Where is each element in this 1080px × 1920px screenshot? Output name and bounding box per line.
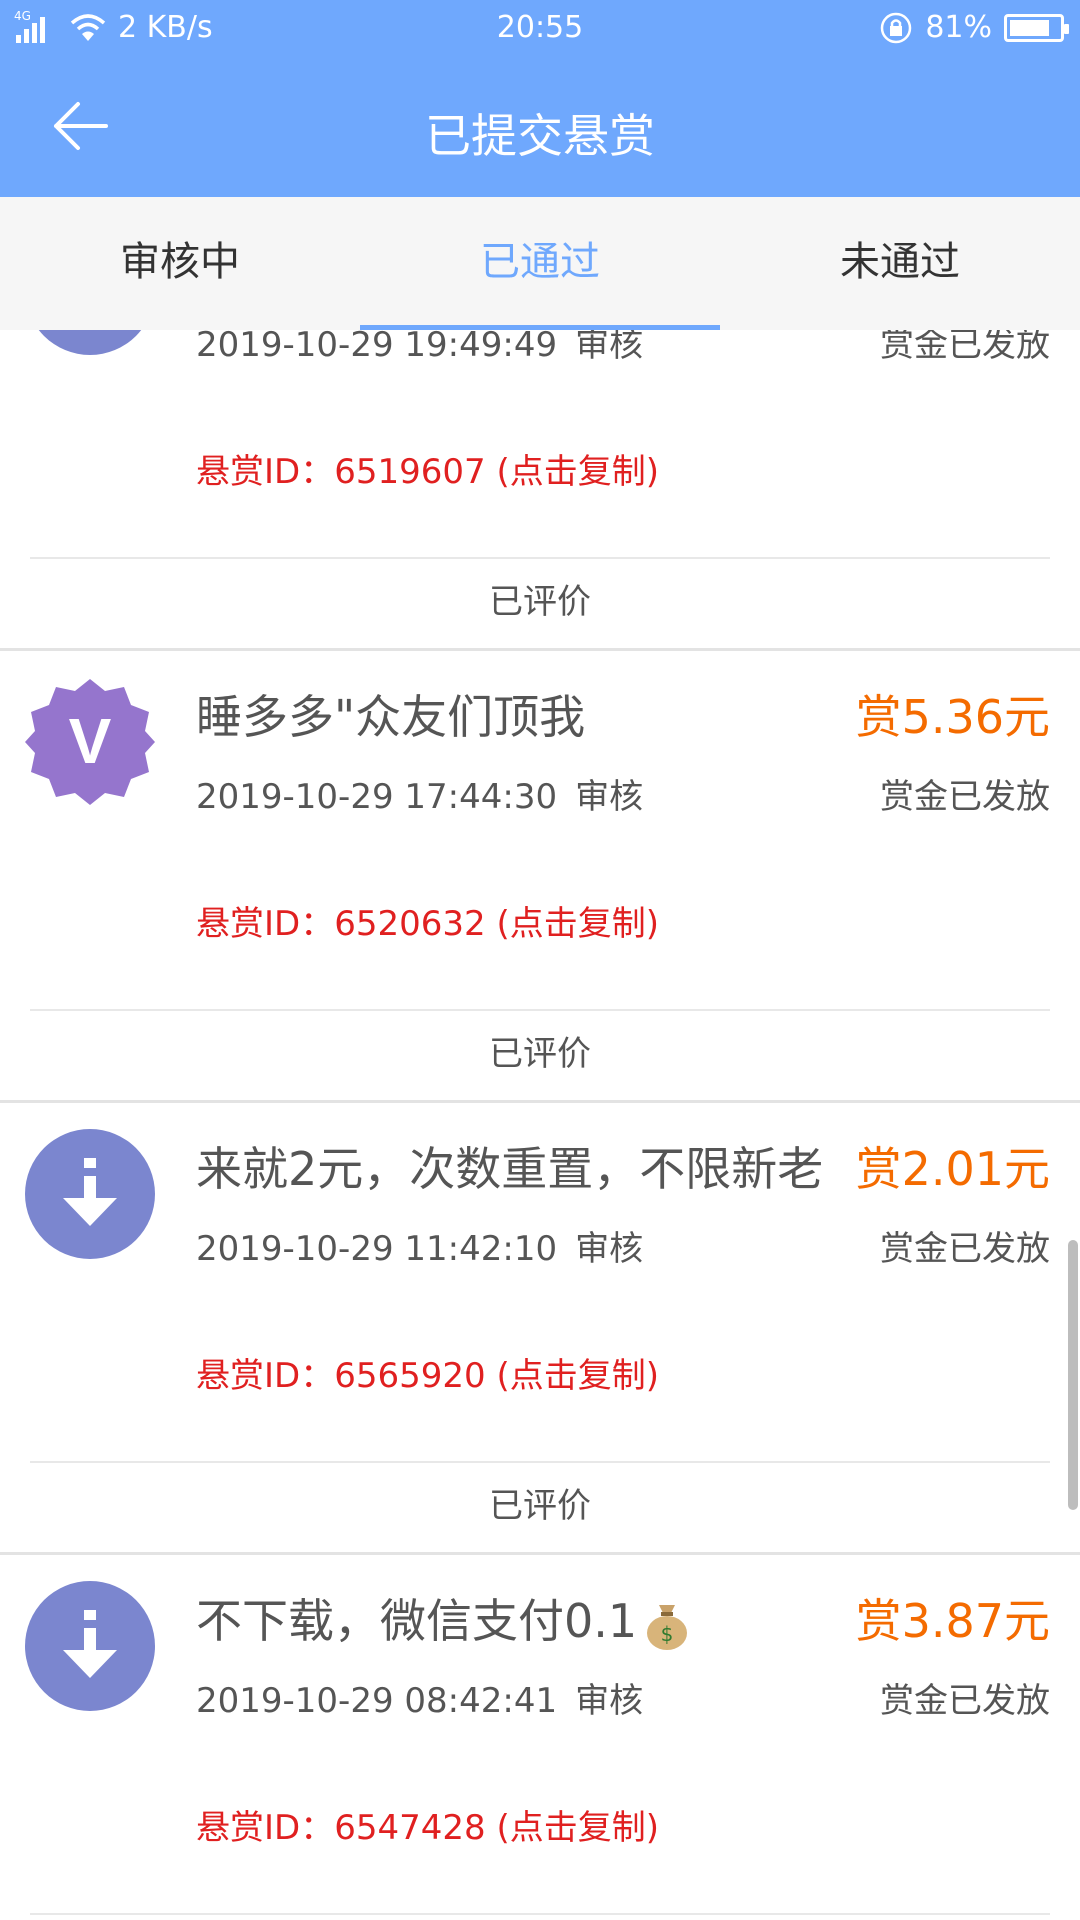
list-item[interactable]: 来就2元，次数重置，不限新老 赏2.01元 2019-10-29 11:42:1… (0, 1103, 1080, 1555)
list-item[interactable]: 2019-10-29 19:49:49 审核 赏金已发放 悬赏ID：6519607… (0, 330, 1080, 651)
review-label: 审核 (575, 777, 644, 817)
battery-percent: 81% (925, 10, 992, 45)
tab-bar: 审核中 已通过 未通过 (0, 197, 1080, 330)
tab-reviewing[interactable]: 审核中 (0, 197, 360, 330)
download-icon (25, 1581, 155, 1711)
reward-list: 2019-10-29 19:49:49 审核 赏金已发放 悬赏ID：6519607… (0, 330, 1080, 1920)
payout-status: 赏金已发放 (880, 777, 1050, 817)
battery-icon (1004, 13, 1069, 42)
submit-time: 2019-10-29 08:42:41 (196, 1681, 558, 1721)
reward-id-copy[interactable]: 悬赏ID：6519607 (点击复制) (196, 444, 659, 493)
list-item[interactable]: 不下载，微信支付0.1 $ 赏3.87元 2019-10-29 08:42:41 审… (0, 1555, 1080, 1920)
rotation-lock-icon (881, 12, 912, 43)
divider (30, 557, 1050, 559)
download-icon (25, 330, 155, 355)
download-icon (25, 1129, 155, 1259)
page-title: 已提交悬赏 (425, 109, 655, 163)
payout-status: 赏金已发放 (880, 1681, 1050, 1721)
submit-time: 2019-10-29 11:42:10 (196, 1229, 558, 1269)
rated-label[interactable]: 已评价 (0, 1471, 1080, 1541)
item-meta: 2019-10-29 11:42:10 审核 (196, 1221, 643, 1270)
item-meta: 2019-10-29 08:42:41 审核 (196, 1673, 643, 1722)
payout-status: 赏金已发放 (880, 1229, 1050, 1269)
nav-bar: 已提交悬赏 (0, 60, 1080, 197)
vip-badge-icon: V (25, 677, 155, 807)
submit-time: 2019-10-29 17:44:30 (196, 777, 558, 817)
svg-text:$: $ (661, 1622, 674, 1646)
status-bar: 4G 2 KB/s 20:55 81% (0, 0, 1080, 56)
vip-letter: V (69, 705, 112, 777)
item-title: 睡多多"众友们顶我 (196, 690, 586, 744)
tab-rejected[interactable]: 未通过 (720, 197, 1080, 330)
divider (30, 1009, 1050, 1011)
review-label: 审核 (575, 330, 644, 365)
reward-id-copy[interactable]: 悬赏ID：6565920 (点击复制) (196, 1348, 659, 1397)
divider (30, 1461, 1050, 1463)
reward-id-copy[interactable]: 悬赏ID：6520632 (点击复制) (196, 896, 659, 945)
scrollbar[interactable] (1068, 1240, 1078, 1510)
list-item[interactable]: V 睡多多"众友们顶我 赏5.36元 2019-10-29 17:44:30 审核… (0, 651, 1080, 1103)
payout-status: 赏金已发放 (880, 330, 1050, 365)
review-label: 审核 (575, 1681, 644, 1721)
reward-amount: 赏2.01元 (855, 1142, 1050, 1196)
item-title: 来就2元，次数重置，不限新老 (196, 1142, 824, 1196)
submit-time: 2019-10-29 19:49:49 (196, 330, 558, 365)
item-meta: 2019-10-29 17:44:30 审核 (196, 769, 643, 818)
tab-approved[interactable]: 已通过 (360, 197, 720, 330)
item-title: 不下载，微信支付0.1 $ (196, 1585, 846, 1651)
divider (30, 1913, 1050, 1915)
rated-label[interactable]: 已评价 (0, 567, 1080, 637)
review-label: 审核 (575, 1229, 644, 1269)
status-right: 81% (879, 10, 1069, 45)
rated-label[interactable]: 已评价 (0, 1019, 1080, 1089)
app-header: 4G 2 KB/s 20:55 81% 已提交悬赏 (0, 0, 1080, 197)
item-title-text: 不下载，微信支付0.1 (196, 1594, 638, 1648)
reward-id-copy[interactable]: 悬赏ID：6547428 (点击复制) (196, 1800, 659, 1849)
reward-amount: 赏3.87元 (855, 1594, 1050, 1648)
reward-amount: 赏5.36元 (855, 690, 1050, 744)
money-bag-icon: $ (647, 1604, 688, 1650)
item-meta: 2019-10-29 19:49:49 审核 (196, 330, 643, 366)
